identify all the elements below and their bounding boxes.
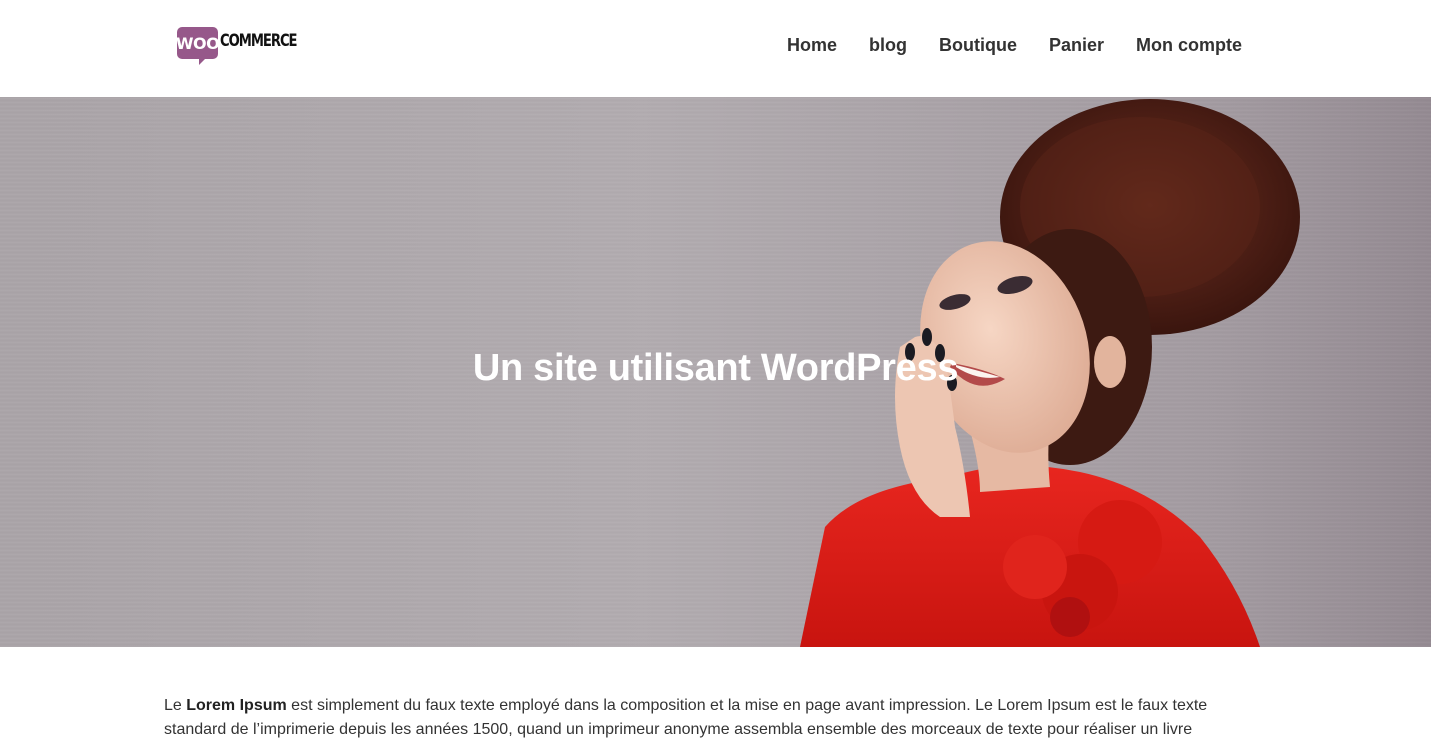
intro-prefix: Le — [164, 697, 187, 714]
intro-rest: est simplement du faux texte employé dan… — [164, 697, 1208, 738]
nav-item-mon-compte[interactable]: Mon compte — [1136, 35, 1242, 56]
site-header: WOO COMMERCE Home blog Boutique Panier M… — [0, 0, 1431, 97]
nav-item-panier[interactable]: Panier — [1049, 35, 1104, 56]
intro-paragraph: Le Lorem Ipsum est simplement du faux te… — [164, 694, 1234, 741]
intro-bold: Lorem Ipsum — [186, 697, 287, 714]
dress-rose-3 — [1003, 535, 1067, 599]
logo-speech-tail — [199, 57, 207, 65]
hero-banner: Un site utilisant WordPress — [0, 97, 1431, 647]
logo-woo-text: WOO — [175, 33, 220, 53]
logo-commerce-text: COMMERCE — [220, 31, 298, 51]
hero-title: Un site utilisant WordPress — [472, 347, 959, 389]
fingernail-2 — [922, 328, 932, 346]
nav-item-boutique[interactable]: Boutique — [939, 35, 1017, 56]
logo-woo-badge: WOO — [175, 27, 220, 65]
woocommerce-logo[interactable]: WOO COMMERCE — [175, 27, 305, 67]
nav-item-blog[interactable]: blog — [869, 35, 907, 56]
main-navigation: Home blog Boutique Panier Mon compte — [787, 35, 1242, 56]
nav-item-home[interactable]: Home — [787, 35, 837, 56]
page-content: Le Lorem Ipsum est simplement du faux te… — [164, 694, 1234, 741]
dress-rose-4 — [1050, 597, 1090, 637]
